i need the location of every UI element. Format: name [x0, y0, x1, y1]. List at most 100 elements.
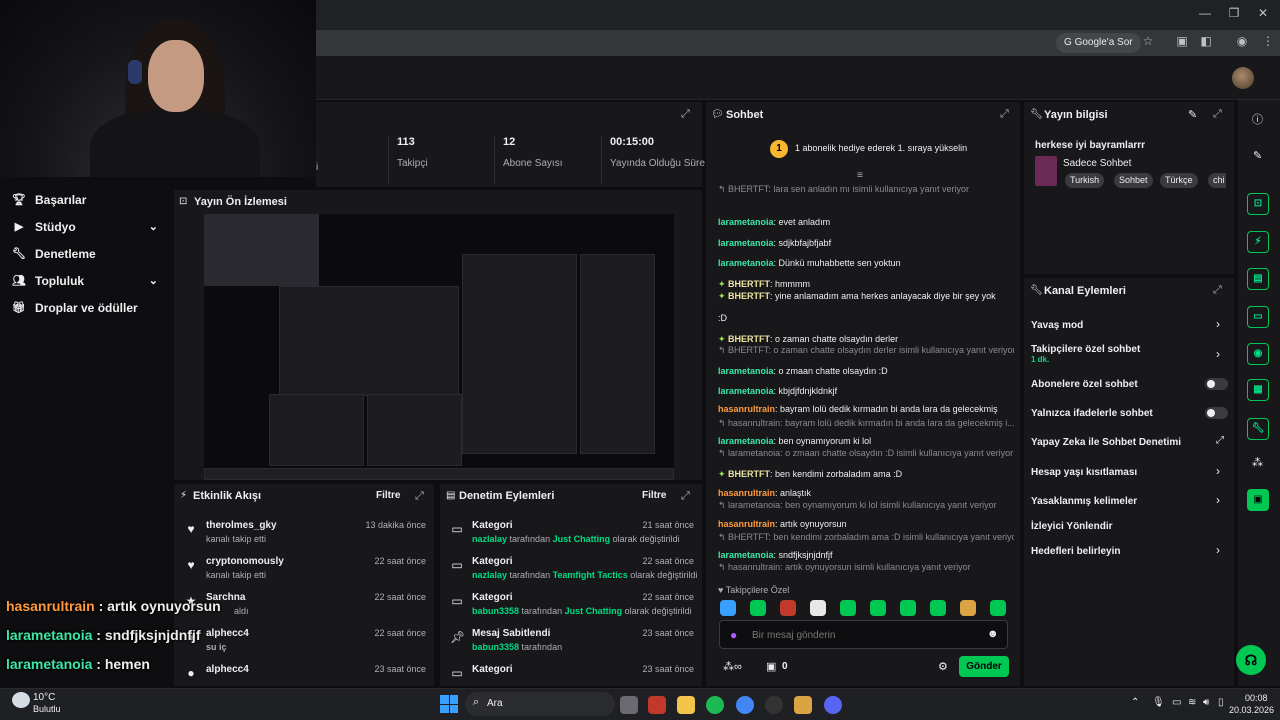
action-subscribers-only[interactable]: Abonelere özel sohbet	[1031, 379, 1138, 390]
steam-icon[interactable]	[765, 696, 783, 714]
help-chat-icon[interactable]: ☊	[1236, 645, 1266, 675]
mod-user[interactable]: babun3358	[472, 642, 519, 652]
emote-only-toggle[interactable]	[1205, 407, 1228, 419]
chat-username[interactable]: BHERTFT	[728, 279, 770, 289]
file-explorer-icon[interactable]	[677, 696, 695, 714]
app-icon[interactable]	[794, 696, 812, 714]
tag-chip[interactable]: Sohbet	[1114, 173, 1153, 188]
layout-icon[interactable]: ▦	[1247, 379, 1269, 401]
tag-chip[interactable]: Türkçe	[1160, 173, 1198, 188]
channel-points-icon[interactable]: ⁂∞	[723, 660, 742, 673]
google-sor-button[interactable]: G Google'a Sor	[1056, 33, 1141, 53]
battery-icon[interactable]: ▯	[1218, 697, 1224, 708]
wifi-icon[interactable]: ≋	[1188, 697, 1196, 708]
send-button[interactable]: Gönder	[959, 656, 1009, 677]
action-account-age[interactable]: Hesap yaşı kısıtlaması	[1031, 467, 1137, 478]
settings-gear-icon[interactable]: ⚙	[938, 660, 948, 673]
chevron-right-icon[interactable]: ›	[1216, 464, 1220, 478]
expand-icon[interactable]: ⤢	[1213, 108, 1222, 121]
page-icon[interactable]: ▤	[1247, 268, 1269, 290]
game-icon[interactable]: ▣	[1247, 489, 1269, 511]
mic-icon[interactable]: 🎙︎	[1152, 697, 1165, 708]
activity-user[interactable]: alphecc4	[206, 628, 249, 639]
activity-user[interactable]: cryptonomously	[206, 556, 284, 567]
chat-username[interactable]: larametanoia	[718, 258, 774, 268]
broadcast-icon[interactable]: ◉	[1247, 343, 1269, 365]
activity-user[interactable]: alphecc4	[206, 664, 249, 675]
chat-username[interactable]: larametanoia	[718, 436, 774, 446]
clock-time[interactable]: 00:08	[1245, 693, 1268, 703]
chat-username[interactable]: BHERTFT	[728, 334, 770, 344]
maximize-icon[interactable]: ❐	[1224, 6, 1244, 20]
emote-icon[interactable]	[930, 600, 946, 616]
bookmark-star-icon[interactable]: ☆	[1140, 34, 1156, 48]
nav-item-drops[interactable]: 🎁︎ Droplar ve ödüller	[0, 294, 170, 321]
chat-username[interactable]: BHERTFT	[728, 469, 770, 479]
avatar[interactable]	[1232, 67, 1254, 89]
chrome-icon[interactable]	[736, 696, 754, 714]
chat-username[interactable]: larametanoia	[718, 550, 774, 560]
browser-menu-icon[interactable]: ⋮	[1260, 34, 1276, 48]
nav-item-moderation[interactable]: 🔧︎ Denetleme	[0, 240, 170, 267]
chevron-right-icon[interactable]: ›	[1216, 317, 1220, 331]
nav-item-studio[interactable]: ▶ Stüdyo ⌄	[0, 213, 170, 240]
stream-category[interactable]: Sadece Sohbet	[1063, 158, 1131, 169]
volume-icon[interactable]: 🔊︎	[1203, 697, 1209, 708]
chat-username[interactable]: hasanrultrain	[718, 519, 775, 529]
action-emote-only[interactable]: Yalnızca ifadelerle sohbet	[1031, 408, 1153, 419]
mod-user[interactable]: nazlalay	[472, 534, 507, 544]
chat-username[interactable]: BHERTFT	[728, 291, 770, 301]
puzzle-icon[interactable]: ◧	[1198, 34, 1214, 48]
chat-message-input[interactable]	[752, 626, 952, 644]
profile-icon[interactable]: ◉	[1234, 34, 1250, 48]
emote-icon[interactable]	[900, 600, 916, 616]
tray-chevron-up-icon[interactable]: ⌃	[1131, 697, 1139, 708]
moderation-filter-button[interactable]: Filtre	[642, 490, 666, 501]
tag-chip[interactable]: Turkish	[1065, 173, 1105, 188]
info-icon[interactable]: ⓘ	[1252, 111, 1263, 127]
expand-icon[interactable]: ⤢	[1000, 108, 1009, 121]
action-slow-mode[interactable]: Yavaş mod	[1031, 320, 1083, 331]
taskbar-search[interactable]: Ara	[465, 692, 615, 716]
discord-icon[interactable]	[824, 696, 842, 714]
gift-box-icon[interactable]: ▣	[766, 660, 776, 673]
activity-filter-button[interactable]: Filtre	[376, 490, 400, 501]
chat-username[interactable]: larametanoia	[718, 366, 774, 376]
emote-icon[interactable]	[990, 600, 1006, 616]
action-followers-only[interactable]: Takipçilere özel sohbet	[1031, 344, 1140, 355]
action-set-goals[interactable]: Hedefleri belirleyin	[1031, 546, 1120, 557]
monitor-icon[interactable]: ▭	[1172, 697, 1181, 708]
mod-user[interactable]: babun3358	[472, 606, 519, 616]
expand-icon[interactable]: ⤢	[1213, 284, 1222, 297]
emote-icon[interactable]	[870, 600, 886, 616]
action-raid[interactable]: İzleyici Yönlendir	[1031, 521, 1113, 532]
chat-icon[interactable]: ▭	[1247, 306, 1269, 328]
action-banned-words[interactable]: Yasaklanmış kelimeler	[1031, 496, 1137, 507]
edit-pencil-icon[interactable]: ✎	[1253, 149, 1262, 162]
extension-icon[interactable]: ▣	[1174, 34, 1190, 48]
emote-icon[interactable]	[750, 600, 766, 616]
expand-icon[interactable]: ⤢	[415, 490, 424, 503]
chat-username[interactable]: hasanrultrain	[718, 488, 775, 498]
app-icon[interactable]	[648, 696, 666, 714]
points-icon[interactable]: ⁂	[1252, 456, 1263, 469]
chevron-right-icon[interactable]: ›	[1216, 493, 1220, 507]
chevron-right-icon[interactable]: ›	[1216, 543, 1220, 557]
emote-icon[interactable]	[840, 600, 856, 616]
collapse-icon[interactable]: ≡	[857, 170, 863, 181]
chevron-right-icon[interactable]: ›	[1216, 347, 1220, 361]
wrench-icon[interactable]: 🔧︎	[1247, 418, 1269, 440]
clip-icon[interactable]: ⊡	[1247, 193, 1269, 215]
activity-user[interactable]: therolmes_gky	[206, 520, 277, 531]
nav-item-achievements[interactable]: 🏆︎ Başarılar	[0, 186, 170, 213]
lightning-icon[interactable]: ⚡︎	[1247, 231, 1269, 253]
minimize-icon[interactable]: —	[1195, 6, 1215, 20]
expand-icon[interactable]: ⤢	[681, 108, 690, 121]
close-icon[interactable]: ✕	[1253, 6, 1273, 20]
subscribers-only-toggle[interactable]	[1205, 378, 1228, 390]
task-view-icon[interactable]	[620, 696, 638, 714]
spotify-icon[interactable]	[706, 696, 724, 714]
emoji-icon[interactable]: ☻	[987, 628, 999, 640]
emote-icon[interactable]	[720, 600, 736, 616]
external-link-icon[interactable]: ⤢	[1216, 435, 1224, 446]
